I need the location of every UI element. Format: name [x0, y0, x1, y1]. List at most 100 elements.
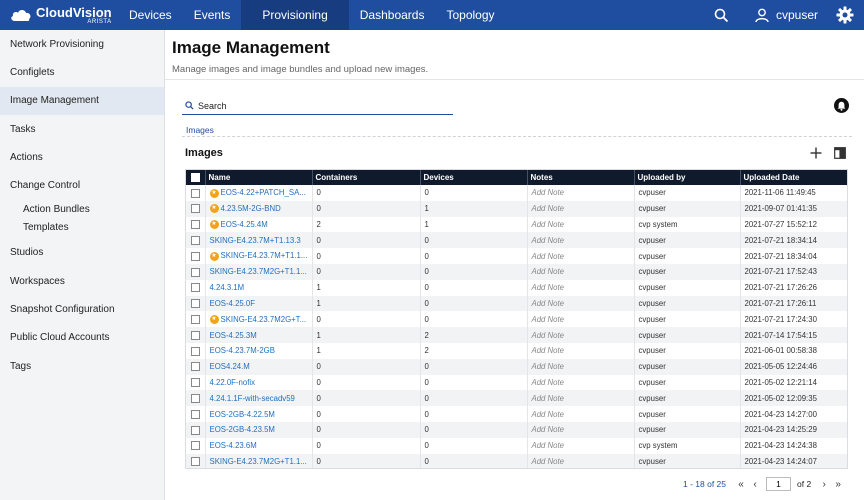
add-note-link[interactable]: Add Note [527, 279, 635, 296]
table-row[interactable]: EOS4.24.M 0 0 Add Note cvpuser 2021-05-05 12:… [186, 358, 847, 375]
add-note-link[interactable]: Add Note [527, 327, 635, 343]
column-header-name[interactable]: Name [205, 170, 313, 185]
image-name-link[interactable]: SKING-E4.23.7M+T1.13.3 [205, 232, 313, 249]
row-checkbox[interactable] [186, 216, 206, 233]
next-page-icon[interactable]: › [817, 477, 831, 491]
column-header-containers[interactable]: Containers [312, 170, 421, 185]
sidebar-item-actions[interactable]: Actions [0, 143, 164, 171]
add-note-link[interactable]: Add Note [527, 232, 635, 249]
table-row[interactable]: ★ SKING-E4.23.7M+T1.1... 0 0 Add Note cvpuser… [186, 248, 847, 264]
add-note-link[interactable]: Add Note [527, 295, 635, 312]
add-note-link[interactable]: Add Note [527, 185, 635, 201]
nav-events[interactable]: Events [183, 0, 242, 30]
add-note-link[interactable]: Add Note [527, 437, 635, 454]
image-name-link[interactable]: EOS-4.25.0F [205, 295, 313, 312]
sidebar-item-snapshot-configuration[interactable]: Snapshot Configuration [0, 295, 164, 323]
sidebar-item-studios[interactable]: Studios [0, 239, 164, 267]
image-name-link[interactable]: ★ SKING-E4.23.7M2G+T... [205, 311, 313, 328]
image-name-link[interactable]: 4.24.1.1F-with-secadv59 [205, 390, 313, 407]
column-header-notes[interactable]: Notes [527, 170, 635, 185]
row-checkbox[interactable] [186, 358, 206, 375]
row-checkbox[interactable] [186, 185, 206, 201]
row-checkbox[interactable] [186, 295, 206, 312]
last-page-icon[interactable]: » [831, 477, 845, 491]
sidebar-item-workspaces[interactable]: Workspaces [0, 267, 164, 295]
nav-topology[interactable]: Topology [435, 0, 505, 30]
row-checkbox[interactable] [186, 342, 206, 359]
gear-icon[interactable] [830, 0, 860, 30]
table-row[interactable]: EOS-4.23.6M 0 0 Add Note cvp system 2021-04-2… [186, 437, 847, 454]
image-name-link[interactable]: ★ EOS-4.25.4M [205, 216, 313, 233]
nav-devices[interactable]: Devices [118, 0, 183, 30]
image-name-link[interactable]: EOS4.24.M [205, 358, 313, 375]
row-checkbox[interactable] [186, 421, 206, 438]
row-checkbox[interactable] [186, 437, 206, 454]
bell-icon[interactable] [834, 98, 849, 113]
columns-icon[interactable] [832, 145, 848, 161]
row-checkbox[interactable] [186, 453, 206, 468]
row-checkbox[interactable] [186, 200, 206, 217]
table-row[interactable]: SKING-E4.23.7M+T1.13.3 0 0 Add Note cvpuser 2… [186, 232, 847, 249]
sidebar-item-network-provisioning[interactable]: Network Provisioning [0, 30, 164, 58]
search-input[interactable] [198, 100, 438, 111]
plus-icon[interactable] [808, 145, 824, 161]
image-name-link[interactable]: EOS-2GB-4.22.5M [205, 406, 313, 422]
table-row[interactable]: EOS-4.23.7M-2GB 1 2 Add Note cvpuser 2021-06-… [186, 342, 847, 359]
row-checkbox[interactable] [186, 263, 206, 280]
sidebar-item-templates[interactable]: Templates [0, 218, 164, 237]
table-row[interactable]: EOS-2GB-4.22.5M 0 0 Add Note cvpuser 2021-04-… [186, 406, 847, 422]
nav-dashboards[interactable]: Dashboards [349, 0, 436, 30]
table-row[interactable]: ★ EOS-4.22+PATCH_SA... 0 0 Add Note cvpuser 20… [186, 185, 847, 201]
table-row[interactable]: SKING-E4.23.7M2G+T1.1... 0 0 Add Note cvpuse… [186, 453, 847, 468]
add-note-link[interactable]: Add Note [527, 421, 635, 438]
add-note-link[interactable]: Add Note [527, 374, 635, 391]
add-note-link[interactable]: Add Note [527, 311, 635, 328]
table-row[interactable]: 4.24.3.1M 1 0 Add Note cvpuser 2021-07-21 17:… [186, 279, 847, 296]
table-row[interactable]: ★ SKING-E4.23.7M2G+T... 0 0 Add Note cvpuser 2… [186, 311, 847, 328]
prev-page-icon[interactable]: ‹ [748, 477, 762, 491]
column-header-uploaded-date[interactable]: Uploaded Date [740, 170, 847, 185]
table-row[interactable]: EOS-2GB-4.23.5M 0 0 Add Note cvpuser 2021-04-… [186, 421, 847, 438]
image-name-link[interactable]: SKING-E4.23.7M2G+T1.1... [205, 263, 313, 280]
cloudvision-logo[interactable]: CloudVision ARISTA [0, 0, 118, 30]
sidebar-item-tags[interactable]: Tags [0, 352, 164, 380]
table-row[interactable]: SKING-E4.23.7M2G+T1.1... 0 0 Add Note cvpuse… [186, 263, 847, 280]
image-name-link[interactable]: 4.24.3.1M [205, 279, 313, 296]
add-note-link[interactable]: Add Note [527, 248, 635, 264]
image-name-link[interactable]: 4.22.0F-nofix [205, 374, 313, 391]
row-checkbox[interactable] [186, 311, 206, 328]
add-note-link[interactable]: Add Note [527, 453, 635, 468]
column-header-uploaded-by[interactable]: Uploaded by [634, 170, 741, 185]
add-note-link[interactable]: Add Note [527, 406, 635, 422]
table-row[interactable]: EOS-4.25.0F 1 0 Add Note cvpuser 2021-07-21 1… [186, 295, 847, 312]
sidebar-item-change-control[interactable]: Change Control [0, 171, 164, 199]
first-page-icon[interactable]: « [734, 477, 748, 491]
image-name-link[interactable]: EOS-4.23.6M [205, 437, 313, 454]
column-header-devices[interactable]: Devices [420, 170, 528, 185]
sidebar-item-image-management[interactable]: Image Management [0, 86, 164, 115]
row-checkbox[interactable] [186, 248, 206, 264]
table-row[interactable]: EOS-4.25.3M 1 2 Add Note cvpuser 2021-07-14 1… [186, 327, 847, 343]
image-name-link[interactable]: EOS-4.25.3M [205, 327, 313, 343]
table-row[interactable]: 4.24.1.1F-with-secadv59 0 0 Add Note cvpuser… [186, 390, 847, 407]
sidebar-item-action-bundles[interactable]: Action Bundles [0, 200, 164, 219]
search-icon[interactable] [707, 0, 737, 30]
select-all-checkbox[interactable] [186, 170, 206, 185]
search-bar[interactable] [182, 97, 453, 115]
nav-provisioning[interactable]: Provisioning [241, 0, 349, 30]
add-note-link[interactable]: Add Note [527, 200, 635, 217]
image-name-link[interactable]: EOS-2GB-4.23.5M [205, 421, 313, 438]
page-number-input[interactable] [766, 477, 792, 491]
image-name-link[interactable]: SKING-E4.23.7M2G+T1.1... [205, 453, 313, 468]
add-note-link[interactable]: Add Note [527, 390, 635, 407]
table-row[interactable]: ★ EOS-4.25.4M 2 1 Add Note cvp system 2021-07-… [186, 216, 847, 233]
row-checkbox[interactable] [186, 406, 206, 422]
add-note-link[interactable]: Add Note [527, 216, 635, 233]
row-checkbox[interactable] [186, 279, 206, 296]
breadcrumb-images[interactable]: Images [182, 125, 214, 135]
row-checkbox[interactable] [186, 232, 206, 249]
add-note-link[interactable]: Add Note [527, 342, 635, 359]
image-name-link[interactable]: ★ 4.23.5M-2G-BND [205, 200, 313, 217]
image-name-link[interactable]: ★ EOS-4.22+PATCH_SA... [205, 185, 313, 201]
sidebar-item-public-cloud-accounts[interactable]: Public Cloud Accounts [0, 324, 164, 352]
